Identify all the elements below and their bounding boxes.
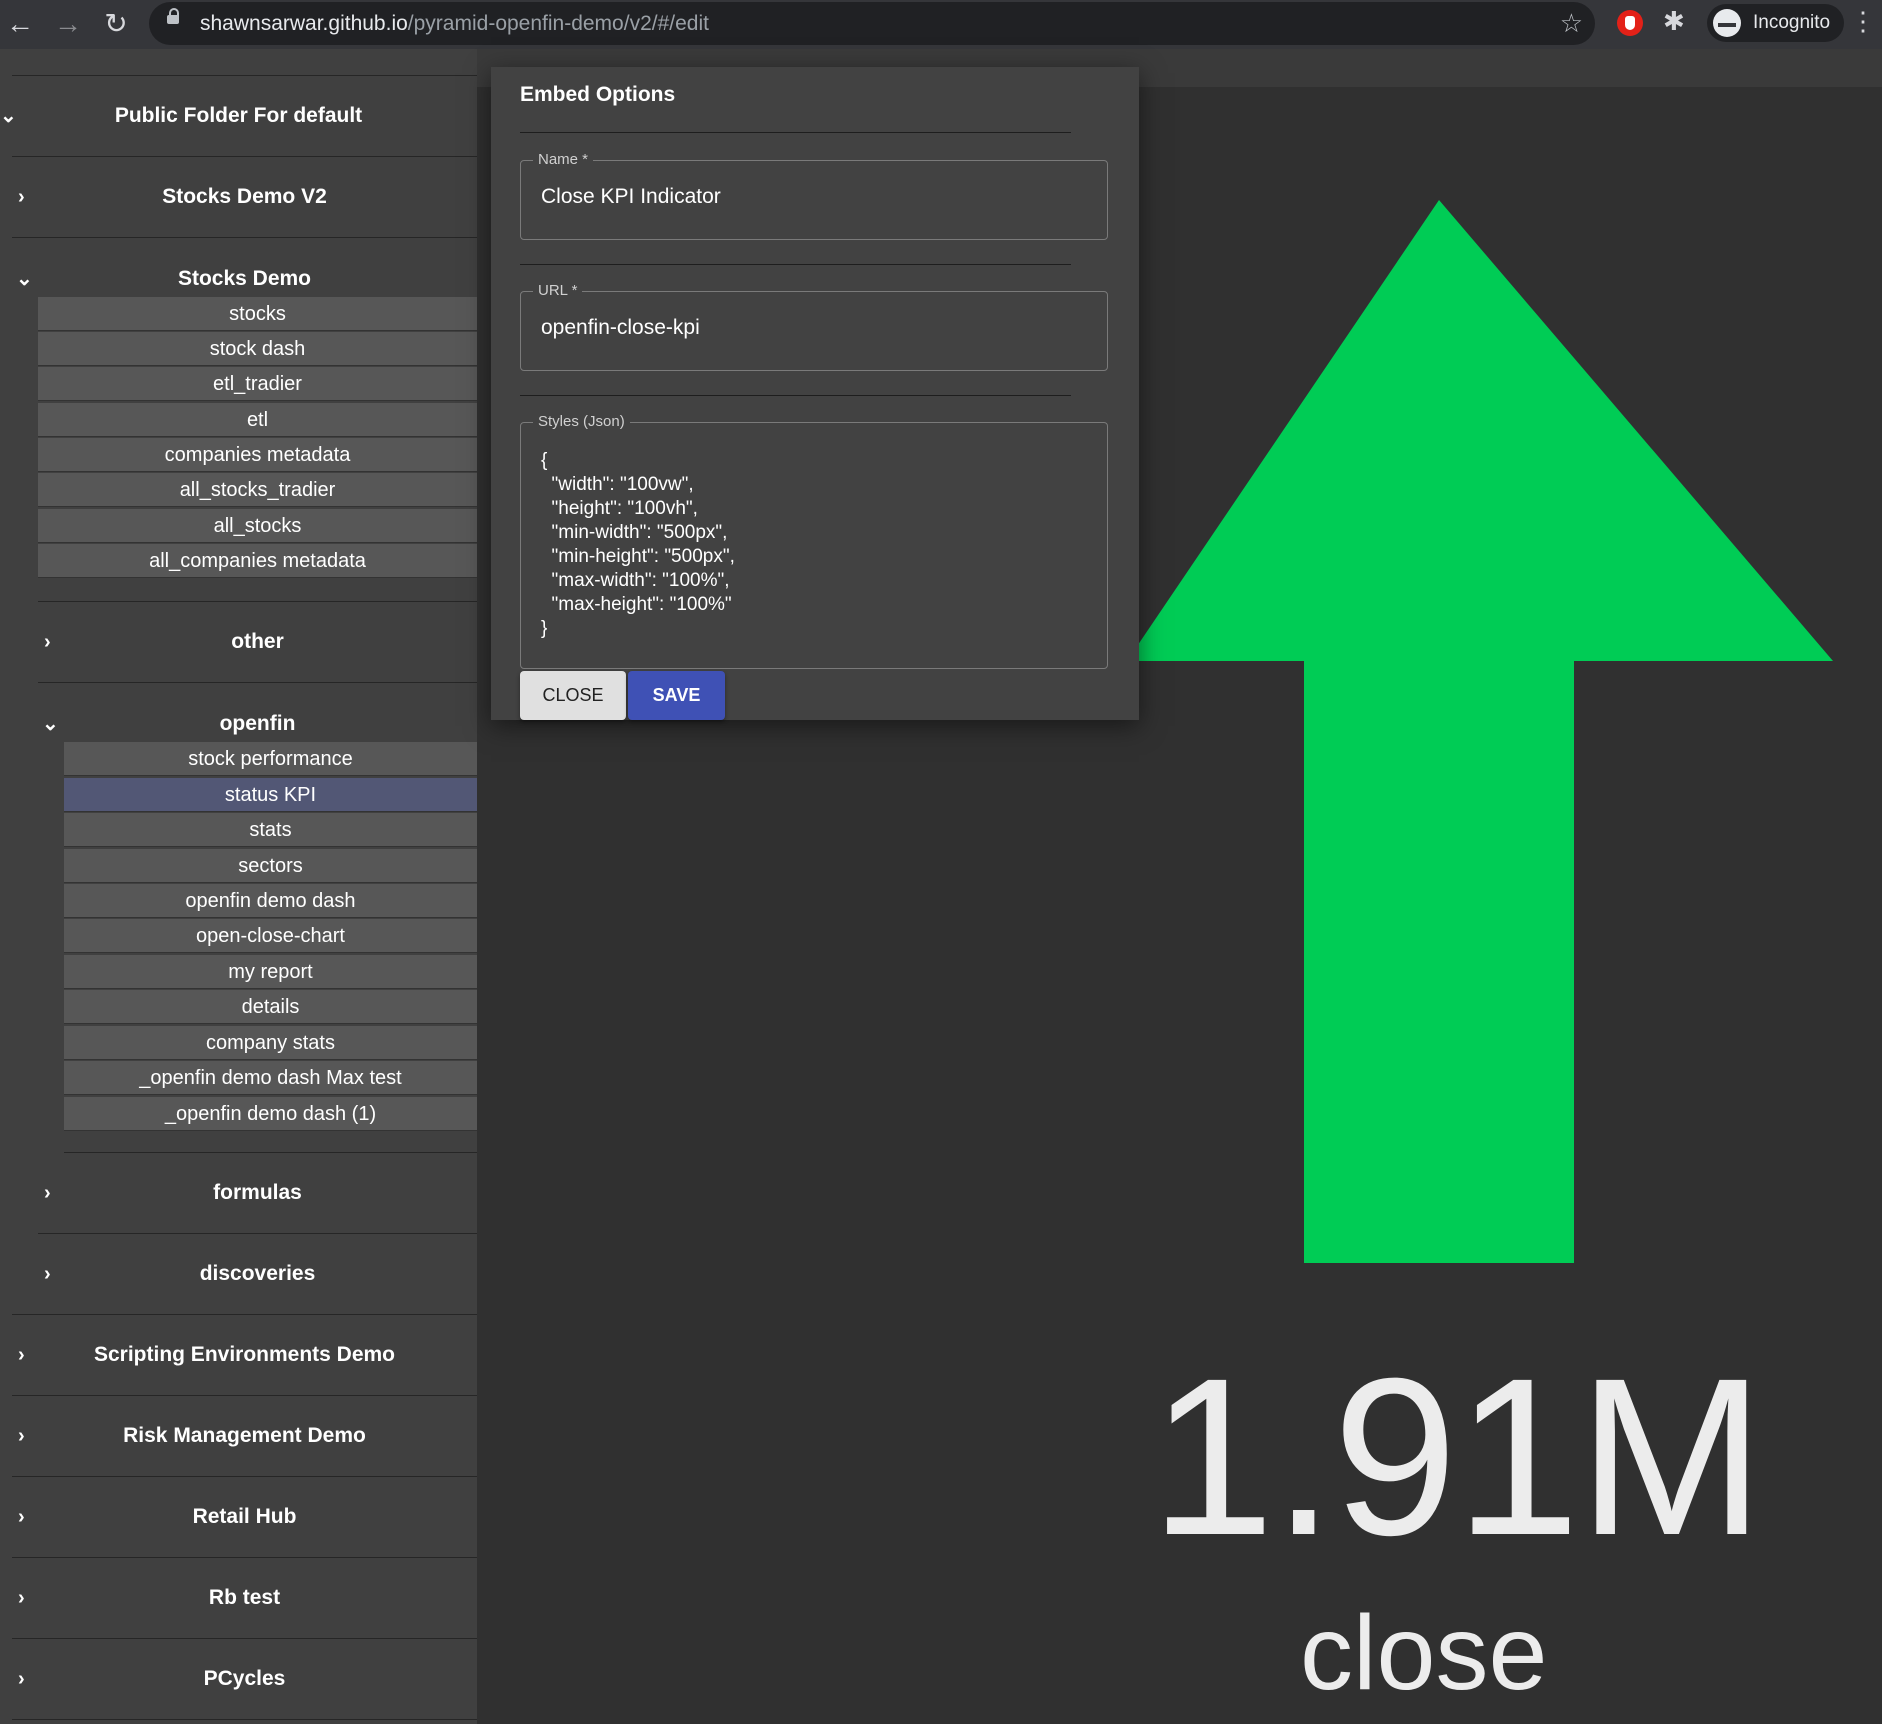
divider bbox=[38, 682, 477, 683]
folder-other[interactable]: › other bbox=[38, 602, 477, 682]
styles-json-textarea[interactable]: { "width": "100vw", "height": "100vh", "… bbox=[541, 449, 735, 641]
tree-item-etl[interactable]: etl bbox=[38, 403, 477, 437]
folder-stocks-demo[interactable]: ⌄ Stocks Demo bbox=[12, 264, 477, 294]
forward-icon[interactable]: → bbox=[52, 8, 84, 40]
tree-item-companies-metadata[interactable]: companies metadata bbox=[38, 438, 477, 472]
divider bbox=[12, 1719, 477, 1720]
folder-pcycles[interactable]: › PCycles bbox=[12, 1639, 477, 1719]
folder-stocks-demo-v2[interactable]: › Stocks Demo V2 bbox=[12, 157, 477, 237]
extensions-puzzle-icon[interactable]: ✱ bbox=[1663, 6, 1685, 37]
incognito-icon bbox=[1713, 9, 1741, 37]
folder-label: formulas bbox=[213, 1181, 302, 1204]
url-field[interactable]: URL * openfin-close-kpi bbox=[520, 282, 1108, 371]
tree-item-open-close-chart[interactable]: open-close-chart bbox=[64, 919, 477, 953]
tree-item-all-stocks-tradier[interactable]: all_stocks_tradier bbox=[38, 473, 477, 507]
url-field-value[interactable]: openfin-close-kpi bbox=[541, 316, 700, 340]
folder-rb-test[interactable]: › Rb test bbox=[12, 1558, 477, 1638]
folder-label: Public Folder For default bbox=[114, 104, 363, 127]
tree-item-stock-dash[interactable]: stock dash bbox=[38, 332, 477, 366]
tree-item-openfin-demo-dash[interactable]: openfin demo dash bbox=[64, 884, 477, 918]
folder-scripting-environments-demo[interactable]: › Scripting Environments Demo bbox=[12, 1315, 477, 1395]
reload-icon[interactable]: ↻ bbox=[100, 8, 132, 40]
folder-label: Rb test bbox=[208, 1586, 281, 1609]
close-button[interactable]: CLOSE bbox=[520, 671, 626, 720]
folder-public-default[interactable]: ⌄ Public Folder For default bbox=[0, 76, 477, 156]
folder-label: Retail Hub bbox=[192, 1505, 297, 1528]
incognito-profile-button[interactable]: Incognito bbox=[1707, 4, 1844, 42]
tree-item-details[interactable]: details bbox=[64, 990, 477, 1024]
browser-toolbar: ← → ↻ shawnsarwar.github.io/pyramid-open… bbox=[0, 0, 1882, 49]
folder-label: Stocks Demo V2 bbox=[162, 185, 327, 208]
folder-label: Stocks Demo bbox=[177, 267, 312, 290]
divider bbox=[520, 132, 1071, 133]
dialog-title: Embed Options bbox=[520, 83, 676, 106]
divider bbox=[520, 395, 1071, 396]
tree-item-sectors[interactable]: sectors bbox=[64, 849, 477, 883]
save-button[interactable]: SAVE bbox=[628, 671, 725, 720]
browser-menu-icon[interactable]: ⋮ bbox=[1850, 6, 1876, 37]
tree-item-stock-performance[interactable]: stock performance bbox=[64, 742, 477, 776]
styles-field-label: Styles (Json) bbox=[533, 413, 630, 430]
address-bar[interactable]: shawnsarwar.github.io/pyramid-openfin-de… bbox=[149, 2, 1595, 45]
kpi-label: close bbox=[1300, 1594, 1548, 1712]
back-icon[interactable]: ← bbox=[4, 8, 36, 40]
content-tree-sidebar: ⌄ Public Folder For default › Stocks Dem… bbox=[0, 49, 477, 1724]
kpi-value: 1.91M bbox=[1150, 1332, 1765, 1582]
url-field-label: URL * bbox=[533, 282, 583, 299]
tree-item-openfin-demo-dash-max-test[interactable]: _openfin demo dash Max test bbox=[64, 1061, 477, 1095]
folder-retail-hub[interactable]: › Retail Hub bbox=[12, 1477, 477, 1557]
folder-formulas[interactable]: › formulas bbox=[38, 1153, 477, 1233]
tree-item-openfin-demo-dash-1[interactable]: _openfin demo dash (1) bbox=[64, 1097, 477, 1131]
divider bbox=[520, 264, 1071, 265]
tree-item-all-companies-metadata[interactable]: all_companies metadata bbox=[38, 544, 477, 578]
name-field-label: Name * bbox=[533, 151, 594, 168]
arrow-shape bbox=[1137, 200, 1833, 1263]
tree-item-status-kpi[interactable]: status KPI bbox=[64, 778, 477, 812]
tree-item-etl-tradier[interactable]: etl_tradier bbox=[38, 367, 477, 401]
tree-item-all-stocks[interactable]: all_stocks bbox=[38, 509, 477, 543]
folder-label: Risk Management Demo bbox=[123, 1424, 366, 1447]
profile-label: Incognito bbox=[1753, 12, 1831, 33]
folder-label: Scripting Environments Demo bbox=[93, 1343, 396, 1366]
folder-risk-management-demo[interactable]: › Risk Management Demo bbox=[12, 1396, 477, 1476]
name-field-value[interactable]: Close KPI Indicator bbox=[541, 185, 721, 209]
kpi-up-arrow-icon bbox=[1137, 200, 1833, 1263]
divider bbox=[12, 237, 477, 238]
url-text[interactable]: shawnsarwar.github.io/pyramid-openfin-de… bbox=[200, 12, 709, 36]
folder-label: discoveries bbox=[199, 1262, 316, 1285]
extension-hand-icon[interactable] bbox=[1617, 10, 1643, 36]
folder-label: other bbox=[231, 630, 284, 653]
styles-json-field[interactable]: Styles (Json) { "width": "100vw", "heigh… bbox=[520, 413, 1108, 669]
tree-item-stocks[interactable]: stocks bbox=[38, 297, 477, 331]
folder-openfin[interactable]: ⌄ openfin bbox=[38, 709, 477, 739]
tree-item-company-stats[interactable]: company stats bbox=[64, 1026, 477, 1060]
tree-item-stats[interactable]: stats bbox=[64, 813, 477, 847]
url-path: /pyramid-openfin-demo/v2/#/edit bbox=[407, 12, 709, 35]
url-host: shawnsarwar.github.io bbox=[200, 12, 408, 35]
name-field[interactable]: Name * Close KPI Indicator bbox=[520, 151, 1108, 240]
lock-icon bbox=[167, 8, 179, 24]
folder-label: openfin bbox=[219, 712, 296, 735]
bookmark-star-icon[interactable]: ☆ bbox=[1560, 8, 1583, 39]
folder-discoveries[interactable]: › discoveries bbox=[38, 1234, 477, 1314]
tree-item-my-report[interactable]: my report bbox=[64, 955, 477, 989]
embed-options-dialog: Embed Options Name * Close KPI Indicator… bbox=[491, 67, 1139, 720]
folder-label: PCycles bbox=[203, 1667, 286, 1690]
